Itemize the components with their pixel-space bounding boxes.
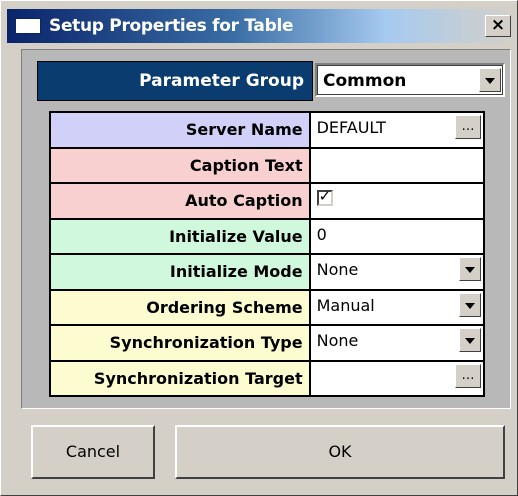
property-label-initialize-value: Initialize Value — [49, 217, 311, 255]
auto-caption-checkbox[interactable]: ✓ — [316, 187, 333, 206]
property-row-ordering-scheme: Ordering Scheme Manual — [49, 288, 486, 326]
property-label-server-name: Server Name — [49, 111, 311, 149]
caption-text-field[interactable] — [308, 146, 486, 184]
property-value-server-name[interactable]: DEFAULT … — [308, 111, 486, 149]
property-label-synchronization-target: Synchronization Target — [49, 359, 311, 397]
property-row-synchronization-target: Synchronization Target … — [49, 359, 486, 397]
synchronization-target-browse-button[interactable]: … — [455, 363, 481, 388]
parameter-group-label: Parameter Group — [37, 61, 313, 101]
chevron-down-icon — [465, 338, 475, 344]
property-row-initialize-mode: Initialize Mode None — [49, 253, 486, 291]
parameter-group-dropdown-button[interactable] — [479, 68, 501, 92]
ordering-scheme-value: Manual — [316, 295, 375, 315]
cancel-button[interactable]: Cancel — [31, 425, 155, 479]
ok-button[interactable]: OK — [175, 425, 505, 479]
initialize-value-field[interactable]: 0 — [308, 217, 486, 255]
property-row-auto-caption: Auto Caption ✓ — [49, 182, 486, 220]
ellipsis-icon: … — [461, 119, 475, 134]
property-label-ordering-scheme: Ordering Scheme — [49, 288, 311, 326]
ordering-scheme-select[interactable]: Manual — [308, 288, 486, 326]
property-label-auto-caption: Auto Caption — [49, 182, 311, 220]
ordering-scheme-dropdown-button[interactable] — [459, 292, 481, 317]
check-icon: ✓ — [318, 187, 332, 205]
initialize-value-value: 0 — [316, 224, 327, 244]
chevron-down-icon — [465, 302, 475, 309]
property-value-synchronization-target[interactable]: … — [308, 359, 486, 397]
chevron-down-icon — [465, 267, 475, 273]
property-label-initialize-mode: Initialize Mode — [49, 253, 311, 291]
synchronization-type-value: None — [316, 331, 359, 350]
property-label-synchronization-type: Synchronization Type — [49, 324, 311, 362]
title-bar[interactable]: Setup Properties for Table × — [7, 9, 513, 43]
parameter-group-select[interactable]: Common — [315, 63, 505, 97]
property-row-initialize-value: Initialize Value 0 — [49, 217, 486, 255]
chevron-down-icon — [485, 78, 495, 84]
setup-properties-dialog: Setup Properties for Table × Parameter G… — [0, 0, 518, 496]
server-name-browse-button[interactable]: … — [455, 115, 481, 139]
synchronization-type-select[interactable]: None — [308, 324, 486, 362]
close-icon: × — [490, 15, 506, 35]
close-button[interactable]: × — [485, 15, 511, 37]
property-row-caption-text: Caption Text — [49, 146, 486, 184]
property-label-caption-text: Caption Text — [49, 146, 311, 184]
property-row-server-name: Server Name DEFAULT … — [49, 111, 486, 149]
server-name-value: DEFAULT — [316, 118, 386, 137]
property-row-synchronization-type: Synchronization Type None — [49, 324, 486, 362]
initialize-mode-dropdown-button[interactable] — [459, 257, 481, 281]
initialize-mode-select[interactable]: None — [308, 253, 486, 291]
synchronization-type-dropdown-button[interactable] — [459, 328, 481, 352]
parameter-group-value: Common — [323, 71, 407, 91]
initialize-mode-value: None — [316, 260, 359, 279]
property-grid: Server Name DEFAULT … Caption Text Auto … — [49, 111, 486, 397]
dialog-title: Setup Properties for Table — [49, 16, 294, 36]
window-app-icon — [15, 18, 41, 34]
property-value-auto-caption: ✓ — [308, 182, 486, 220]
ellipsis-icon: … — [461, 367, 475, 383]
